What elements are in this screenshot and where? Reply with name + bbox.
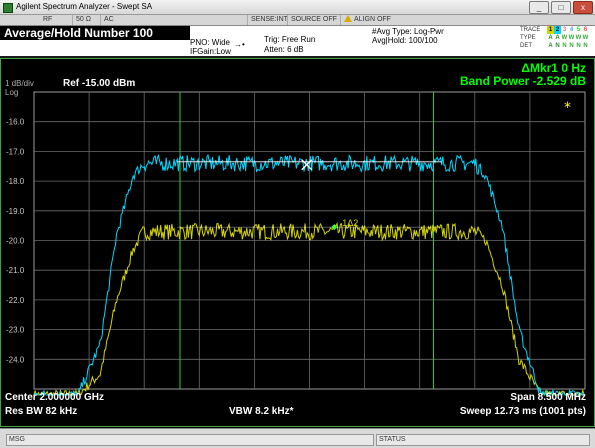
trace-type-4: W xyxy=(568,35,575,41)
app-icon xyxy=(3,3,13,13)
window-title-bar: Agilent Spectrum Analyzer - Swept SA _ □… xyxy=(0,0,595,15)
trace-trace-5: 5 xyxy=(576,27,581,33)
y-tick-label: -21.0 xyxy=(6,266,25,275)
minimize-button[interactable]: _ xyxy=(529,1,549,14)
resolution-bandwidth: Res BW 82 kHz xyxy=(5,406,78,417)
maximize-button[interactable]: □ xyxy=(551,1,571,14)
trace-det-6: N xyxy=(583,43,588,49)
trace-det-3: N xyxy=(562,43,567,49)
spectrum-display[interactable]: 1 dB/div Log Ref -15.00 dBm ΔMkr1 0 Hz B… xyxy=(0,58,595,427)
pno-setting: PNO: Wide xyxy=(190,38,231,47)
sense-indicator: SENSE:INT xyxy=(247,15,291,25)
y-tick-label: -16.0 xyxy=(6,118,25,127)
trace-trace-3: 3 xyxy=(562,27,567,33)
window-title: Agilent Spectrum Analyzer - Swept SA xyxy=(16,2,153,11)
spectrum-plot[interactable]: -16.0 -17.0 -18.0 -19.0 -20.0 -21.0 -22.0 -23.0… xyxy=(1,59,594,426)
impedance-indicator: 50 Ω xyxy=(72,15,102,25)
span-frequency: Span 8.500 MHz xyxy=(510,392,586,403)
trace-type-6: W xyxy=(582,35,589,41)
trace-trace-4: 4 xyxy=(569,27,574,33)
trace-det-5: N xyxy=(576,43,581,49)
avg-hold-setting: Avg|Hold: 100/100 xyxy=(372,36,438,45)
y-tick-label: -19.0 xyxy=(6,207,25,216)
attenuation-setting: Atten: 6 dB xyxy=(264,45,304,54)
measurement-header: Average/Hold Number 100 PNO: Wide →• IFG… xyxy=(0,26,595,58)
trace-trace-2: 2 xyxy=(554,26,561,34)
trace-trace-6: 6 xyxy=(583,27,588,33)
center-frequency: Center 2.000000 GHz xyxy=(5,392,104,403)
trace-type-5: W xyxy=(575,35,582,41)
trace-type-3: W xyxy=(561,35,568,41)
source-indicator: SOURCE OFF xyxy=(287,15,339,25)
y-tick-label: -23.0 xyxy=(6,326,25,335)
status-bar: MSG STATUS xyxy=(0,428,595,448)
sweep-time: Sweep 12.73 ms (1001 pts) xyxy=(459,406,586,417)
warning-icon xyxy=(344,15,352,22)
trace-type-2: A xyxy=(555,35,560,41)
y-tick-label: -18.0 xyxy=(6,177,25,186)
ifgain-setting: IFGain:Low xyxy=(190,47,231,56)
status-field: STATUS xyxy=(376,434,590,446)
rf-indicator: RF xyxy=(43,16,53,23)
trace-det-1: A xyxy=(548,43,553,49)
trigger-setting: Trig: Free Run xyxy=(264,35,316,44)
trace-trace-1: 1 xyxy=(547,26,554,34)
coupling-indicator: AC xyxy=(100,15,234,25)
trace-type-1: A xyxy=(548,35,553,41)
instrument-strip: RF 50 Ω AC SENSE:INT SOURCE OFF ALIGN OF… xyxy=(0,15,595,26)
star-icon: * xyxy=(564,100,571,116)
marker-delta-label: 1Δ2 xyxy=(342,218,358,228)
close-button[interactable]: x xyxy=(573,1,593,14)
message-field: MSG xyxy=(6,434,374,446)
y-tick-label: -20.0 xyxy=(6,237,25,246)
video-bandwidth: VBW 8.2 kHz* xyxy=(229,406,294,417)
trace-det-4: N xyxy=(569,43,574,49)
avg-type-setting: #Avg Type: Log-Pwr xyxy=(372,27,444,36)
y-tick-label: -22.0 xyxy=(6,296,25,305)
measurement-title: Average/Hold Number 100 xyxy=(0,26,190,40)
align-indicator: ALIGN OFF xyxy=(340,15,424,25)
y-tick-label: -17.0 xyxy=(6,147,25,156)
pno-arrow-icon: →• xyxy=(234,40,245,49)
y-tick-label: -24.0 xyxy=(6,355,25,364)
trace-det-2: N xyxy=(555,43,560,49)
trace-table: TRACE 1 2 3 4 5 6 TYPE A A W W W W DET A N N N N N xyxy=(520,26,589,49)
